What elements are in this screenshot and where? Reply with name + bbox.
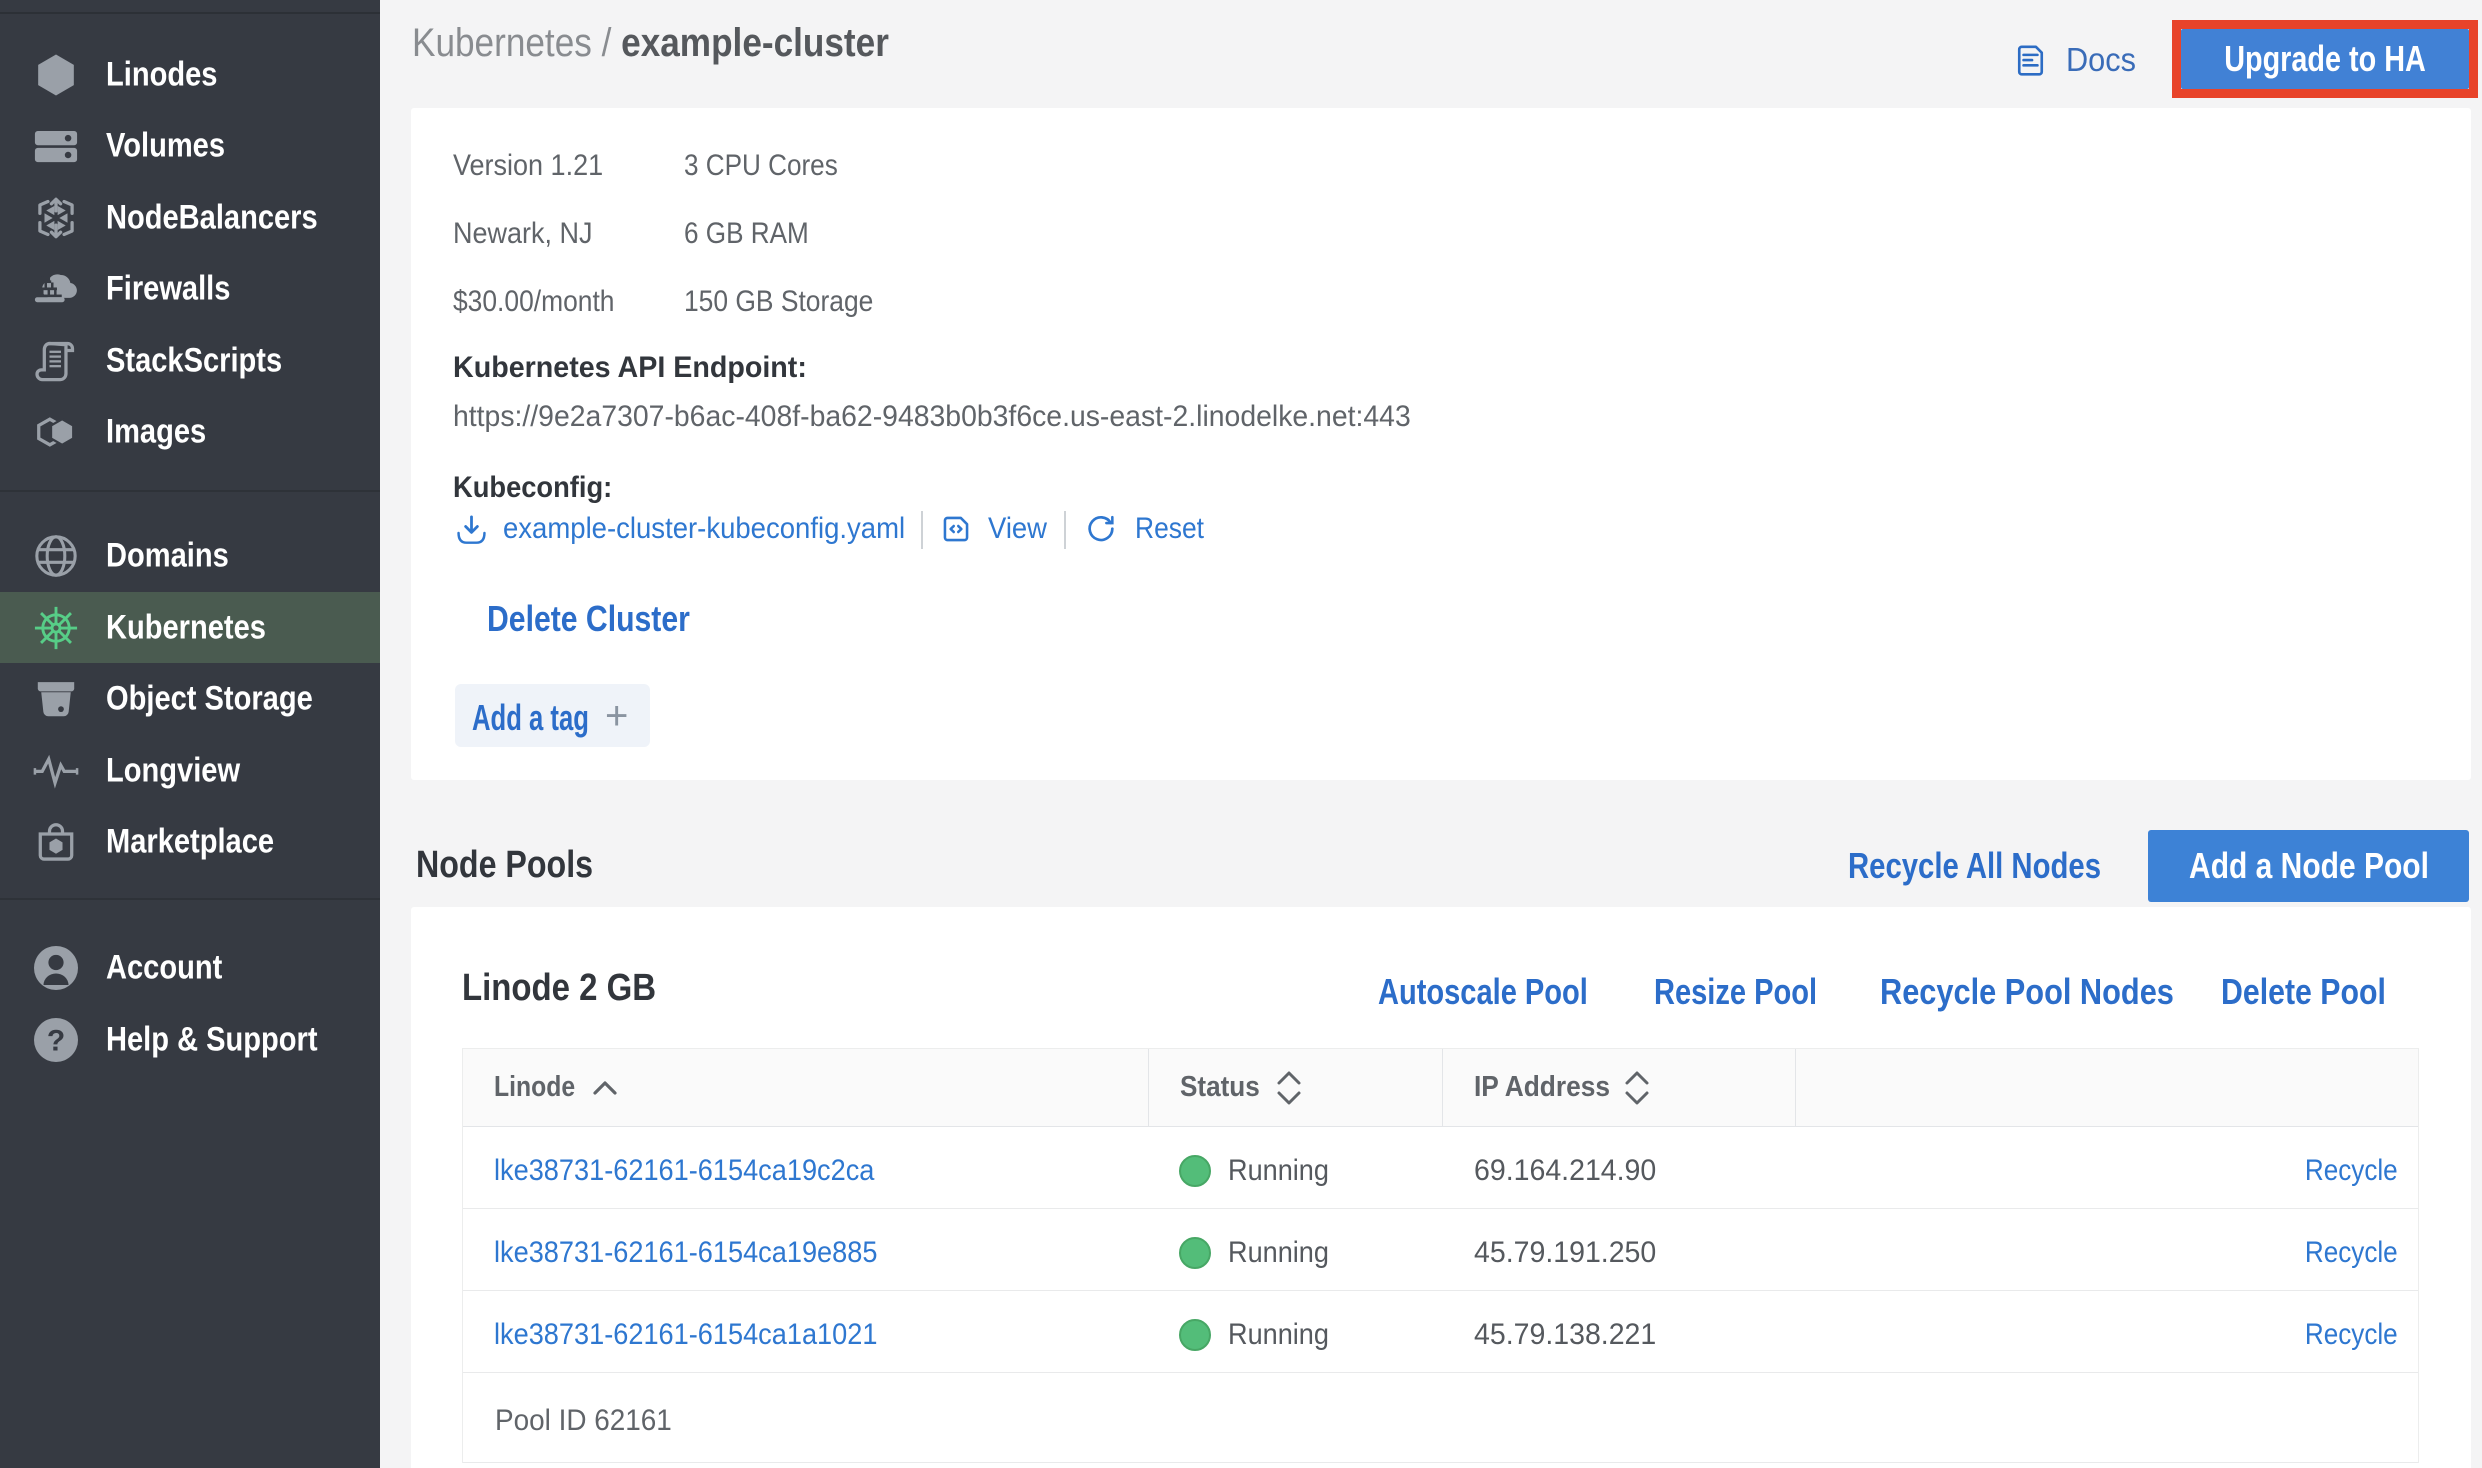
svg-text:?: ? [47, 1024, 65, 1057]
